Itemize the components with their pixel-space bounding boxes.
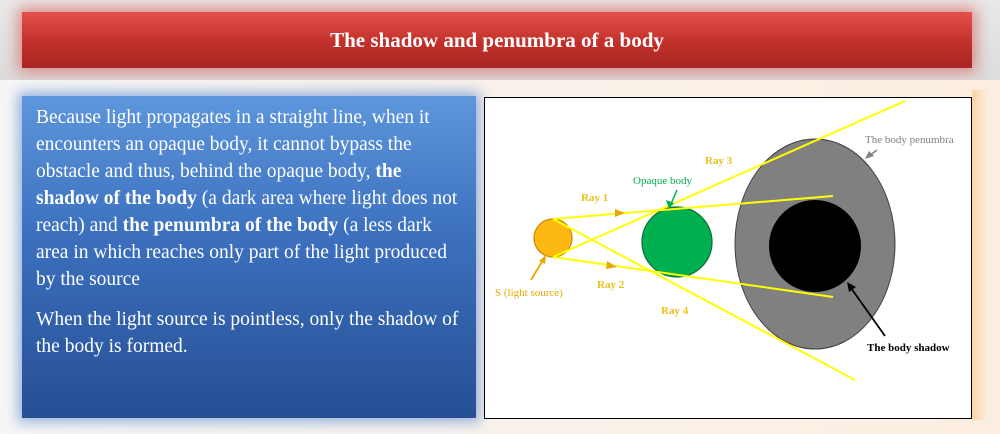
penumbra-label: The body penumbra [865, 134, 954, 146]
ray-3-label: Ray 3 [705, 155, 733, 167]
source-pointer [530, 259, 544, 281]
right-glow [972, 90, 988, 420]
explanation-paragraph-1: Because light propagates in a straight l… [36, 104, 464, 293]
penumbra-arrowhead [865, 151, 874, 159]
paragraph-1-text-a: Because light propagates in a straight l… [36, 107, 430, 182]
penumbra-term: the penumbra of the body [122, 215, 339, 236]
shadow-label: The body shadow [867, 342, 950, 354]
title-bar: The shadow and penumbra of a body [22, 12, 972, 68]
opaque-body [641, 206, 713, 278]
ray-1-arrow [615, 209, 625, 217]
ray-4-label: Ray 4 [661, 305, 689, 317]
opaque-body-label: Opaque body [633, 175, 692, 187]
explanation-paragraph-2: When the light source is pointless, only… [36, 309, 459, 357]
ray-2-label: Ray 2 [597, 279, 625, 291]
diagram-frame: Ray 3 Ray 1 Ray 2 Ray 4 Opaque body The … [484, 97, 972, 419]
source-arrowhead [539, 255, 546, 264]
explanation-panel: Because light propagates in a straight l… [22, 96, 476, 418]
page-title: The shadow and penumbra of a body [330, 27, 664, 52]
shadow-diagram: Ray 3 Ray 1 Ray 2 Ray 4 Opaque body The … [495, 100, 954, 381]
shadow-region [769, 200, 861, 292]
ray-1-label: Ray 1 [581, 192, 608, 204]
source-label: S (light source) [495, 287, 563, 299]
